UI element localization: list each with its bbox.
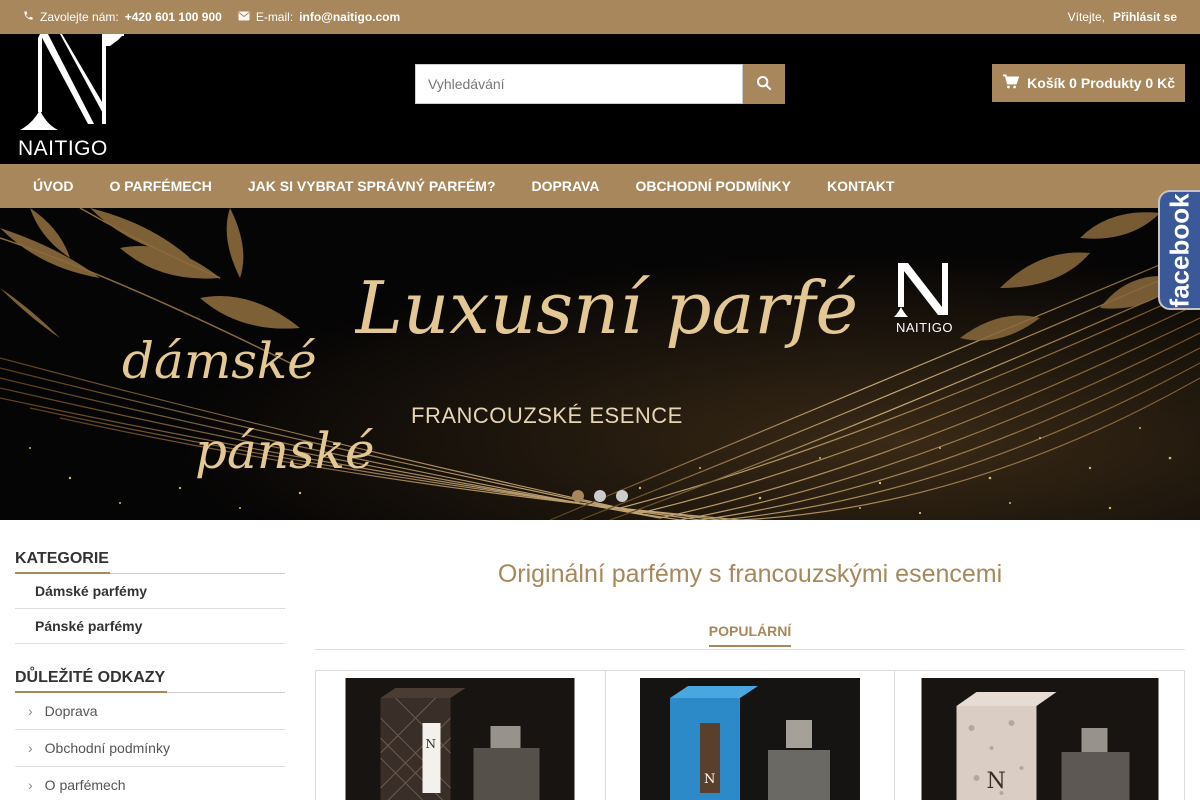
- links-title: DŮLEŽITÉ ODKAZY: [15, 669, 285, 693]
- product-card[interactable]: N: [895, 671, 1184, 800]
- login-link[interactable]: Přihlásit se: [1113, 10, 1177, 24]
- email-contact: E-mail: info@naitigo.com: [238, 10, 400, 24]
- header: NAITIGO Košík 0 Produkty 0 Kč: [0, 34, 1200, 164]
- banner-logo-text: NAITIGO: [896, 320, 953, 335]
- product-card[interactable]: N: [316, 671, 606, 800]
- banner-women-text: dámské: [122, 332, 317, 390]
- link-shipping[interactable]: › Doprava: [15, 693, 285, 730]
- svg-text:N: N: [426, 737, 437, 751]
- search-icon: [756, 75, 772, 94]
- product-grid: N N N: [315, 670, 1185, 800]
- content-area: Originální parfémy s francouzskými esenc…: [315, 560, 1185, 800]
- main-nav: ÚVOD O PARFÉMECH JAK SI VYBRAT SPRÁVNÝ P…: [0, 164, 1200, 208]
- product-image[interactable]: N: [640, 678, 860, 800]
- phone-contact: Zavolejte nám: +420 601 100 900: [23, 10, 222, 24]
- cart-summary: Košík 0 Produkty 0 Kč: [1027, 75, 1175, 91]
- categories-list: Dámské parfémy Pánské parfémy: [15, 574, 285, 644]
- link-label: Obchodní podmínky: [44, 740, 170, 756]
- chevron-right-icon: ›: [28, 740, 33, 756]
- categories-title: KATEGORIE: [15, 550, 285, 574]
- cart-icon: [1002, 74, 1020, 92]
- sidebar: KATEGORIE Dámské parfémy Pánské parfémy …: [15, 550, 285, 800]
- nav-about-perfumes[interactable]: O PARFÉMECH: [91, 178, 229, 194]
- product-image[interactable]: N: [921, 678, 1159, 800]
- links-list: › Doprava › Obchodní podmínky › O parfém…: [15, 693, 285, 800]
- email-address[interactable]: info@naitigo.com: [299, 10, 400, 24]
- category-women[interactable]: Dámské parfémy: [15, 574, 285, 609]
- page-heading: Originální parfémy s francouzskými esenc…: [497, 560, 1003, 588]
- nav-terms[interactable]: OBCHODNÍ PODMÍNKY: [617, 178, 809, 194]
- banner-logo: [894, 263, 956, 324]
- slider-dots: [572, 490, 628, 502]
- nav-home[interactable]: ÚVOD: [15, 178, 91, 194]
- link-label: Doprava: [44, 703, 98, 719]
- link-terms[interactable]: › Obchodní podmínky: [15, 730, 285, 767]
- top-bar: Zavolejte nám: +420 601 100 900 E-mail: …: [0, 0, 1200, 34]
- product-image[interactable]: N: [345, 678, 575, 800]
- nav-contact[interactable]: KONTAKT: [809, 178, 912, 194]
- slider-dot-1[interactable]: [572, 490, 584, 502]
- search-bar: [415, 64, 785, 104]
- facebook-label: facebook: [1164, 192, 1195, 308]
- account-area: Vítejte, Přihlásit se: [1068, 10, 1177, 24]
- slider-dot-2[interactable]: [594, 490, 606, 502]
- slider-dot-3[interactable]: [616, 490, 628, 502]
- phone-icon: [23, 10, 34, 24]
- link-label: O parfémech: [44, 777, 126, 793]
- banner-script-title: Luxusní parfémy: [355, 266, 855, 350]
- search-input[interactable]: [415, 64, 743, 104]
- nav-shipping[interactable]: DOPRAVA: [514, 178, 618, 194]
- link-about-perfumes[interactable]: › O parfémech: [15, 767, 285, 800]
- facebook-tab[interactable]: facebook: [1158, 190, 1200, 310]
- svg-text:pánské: pánské: [195, 422, 375, 480]
- cart-button[interactable]: Košík 0 Produkty 0 Kč: [992, 64, 1185, 102]
- svg-text:dámské: dámské: [122, 332, 317, 390]
- category-men[interactable]: Pánské parfémy: [15, 609, 285, 644]
- product-tabs: POPULÁRNÍ: [315, 623, 1185, 650]
- phone-label: Zavolejte nám:: [40, 10, 119, 24]
- product-card[interactable]: N: [606, 671, 896, 800]
- chevron-right-icon: ›: [28, 777, 33, 793]
- envelope-icon: [238, 11, 250, 24]
- search-button[interactable]: [743, 64, 785, 104]
- email-label: E-mail:: [255, 10, 294, 24]
- main-content: KATEGORIE Dámské parfémy Pánské parfémy …: [0, 520, 1200, 800]
- svg-text:Luxusní parfémy: Luxusní parfémy: [355, 266, 855, 350]
- tab-popular[interactable]: POPULÁRNÍ: [708, 623, 792, 647]
- nav-how-to-choose[interactable]: JAK SI VYBRAT SPRÁVNÝ PARFÉM?: [230, 178, 514, 194]
- welcome-text: Vítejte,: [1067, 10, 1105, 24]
- hero-banner[interactable]: Luxusní parfémy dámské pánské FRANCOUZSK…: [0, 208, 1200, 520]
- svg-text:N: N: [704, 772, 715, 787]
- phone-number[interactable]: +420 601 100 900: [125, 10, 222, 24]
- chevron-right-icon: ›: [28, 703, 33, 719]
- banner-men-text: pánské: [195, 422, 375, 480]
- svg-text:N: N: [986, 769, 1005, 794]
- banner-tagline: FRANCOUZSKÉ ESENCE: [411, 403, 683, 428]
- logo-text: NAITIGO: [18, 137, 108, 160]
